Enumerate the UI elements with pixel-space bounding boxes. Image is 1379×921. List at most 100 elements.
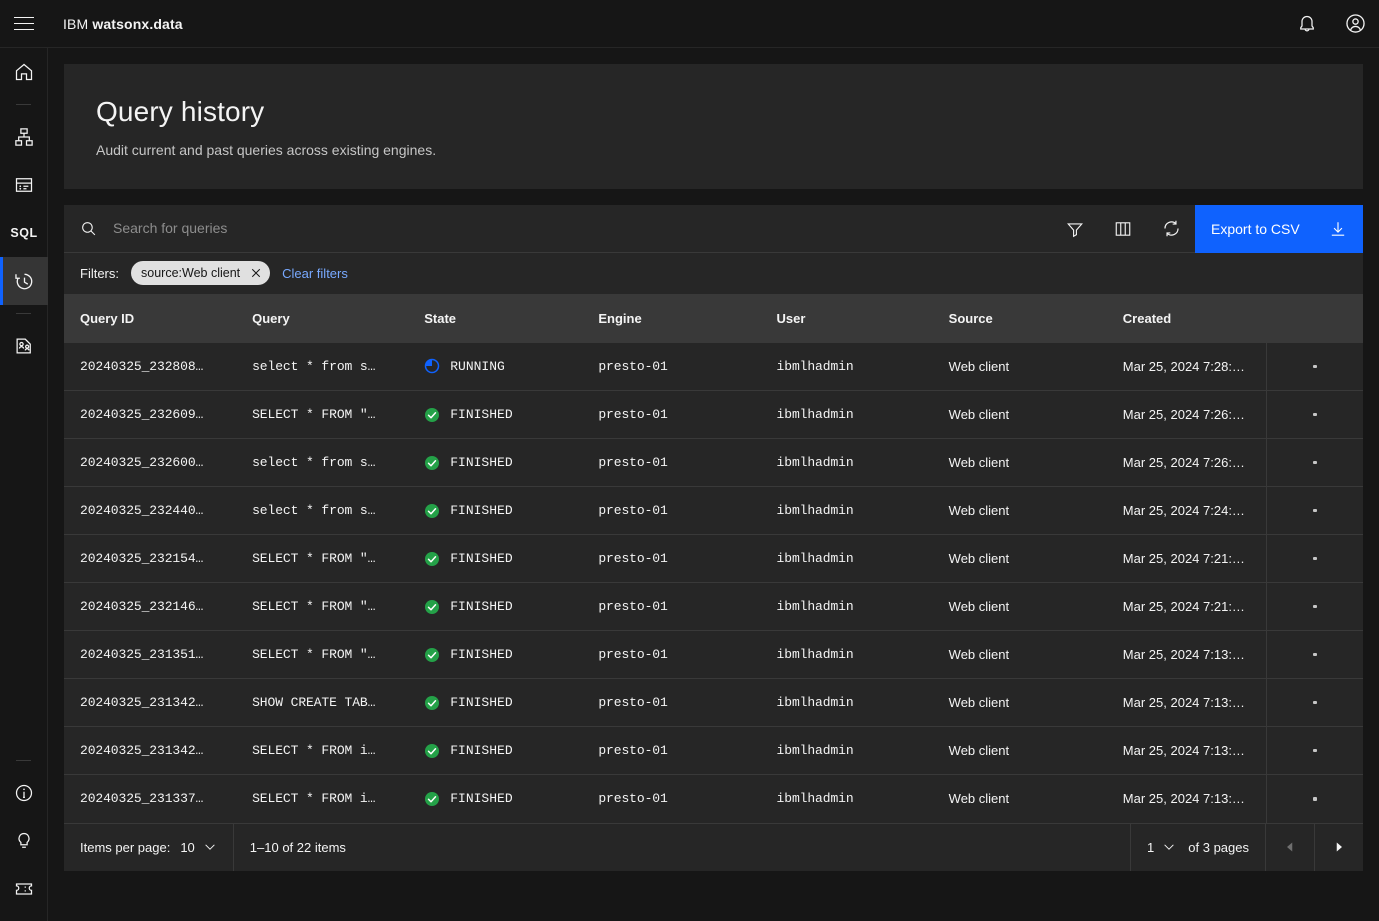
overflow-menu-icon[interactable] [1291, 536, 1339, 583]
sidebar-item-access-control[interactable] [0, 322, 48, 370]
cell-user: ibmlhadmin [760, 534, 933, 583]
cell-query: SELECT * FROM "… [236, 582, 409, 631]
column-header-engine[interactable]: Engine [582, 294, 761, 343]
page-number-select[interactable]: 1 [1147, 840, 1176, 855]
table-row[interactable]: 20240325_231337… SELECT * FROM i… FINISHED… [64, 774, 1363, 823]
search-container[interactable] [64, 204, 1051, 253]
cell-source: Web client [932, 438, 1107, 487]
cell-query: select * from s… [236, 342, 409, 391]
user-avatar-icon[interactable] [1331, 0, 1379, 48]
column-header-state[interactable]: State [408, 294, 583, 343]
overflow-menu-icon[interactable] [1291, 392, 1339, 439]
column-header-source[interactable]: Source [932, 294, 1107, 343]
query-history-table-container: Export to CSV Filters: source:Web client [64, 204, 1363, 872]
in-progress-icon [424, 358, 440, 374]
column-header-created[interactable]: Created [1106, 294, 1267, 343]
cell-query-id: 20240325_232609… [64, 390, 237, 439]
column-header-query-id[interactable]: Query ID [64, 294, 237, 343]
filter-tag-source[interactable]: source:Web client [131, 261, 271, 286]
ticket-icon [14, 879, 34, 899]
next-page-button[interactable] [1315, 823, 1363, 871]
checkmark-filled-icon [424, 791, 440, 807]
previous-page-button[interactable] [1266, 823, 1314, 871]
sidebar-item-support[interactable] [0, 865, 48, 913]
column-header-query[interactable]: Query [236, 294, 409, 343]
cell-created: Mar 25, 2024 7:21:… [1106, 534, 1267, 583]
export-to-csv-button[interactable]: Export to CSV [1195, 204, 1363, 253]
cell-source: Web client [932, 678, 1107, 727]
table-row[interactable]: 20240325_232154… SELECT * FROM "… FINISHED… [64, 534, 1363, 583]
overflow-menu-icon[interactable] [1291, 728, 1339, 775]
sidebar-item-home[interactable] [0, 48, 48, 96]
items-per-page-select[interactable]: 10 [180, 840, 216, 855]
cell-query-id: 20240325_231342… [64, 678, 237, 727]
table-row[interactable]: 20240325_232146… SELECT * FROM "… FINISHED… [64, 582, 1363, 631]
sidebar-item-about[interactable] [0, 769, 48, 817]
table-row[interactable]: 20240325_232440… select * from s… FINISHED… [64, 486, 1363, 535]
checkmark-filled-icon [424, 455, 440, 471]
table-row[interactable]: 20240325_232609… SELECT * FROM "… FINISHED… [64, 390, 1363, 439]
caret-left-icon [1284, 841, 1296, 853]
home-icon [14, 62, 34, 82]
search-input[interactable] [113, 204, 1051, 253]
cell-engine: presto-01 [582, 534, 761, 583]
brand-prefix: IBM [63, 15, 89, 32]
cell-created: Mar 25, 2024 7:26:… [1106, 390, 1267, 439]
sidebar-item-query-history[interactable] [0, 257, 48, 305]
cell-actions [1266, 390, 1363, 439]
overflow-menu-icon[interactable] [1291, 440, 1339, 487]
cell-created: Mar 25, 2024 7:24:… [1106, 486, 1267, 535]
cell-engine: presto-01 [582, 678, 761, 727]
cell-state: FINISHED [408, 630, 583, 679]
hamburger-menu-icon[interactable] [0, 0, 48, 48]
overflow-menu-icon[interactable] [1291, 343, 1339, 390]
items-per-page-group: Items per page: 10 [64, 823, 233, 871]
table-row[interactable]: 20240325_231351… SELECT * FROM "… FINISHED… [64, 630, 1363, 679]
cell-source: Web client [932, 630, 1107, 679]
sidebar-item-whats-new[interactable] [0, 817, 48, 865]
refresh-button[interactable] [1147, 205, 1195, 253]
table-row[interactable]: 20240325_231342… SHOW CREATE TAB… FINISHED… [64, 678, 1363, 727]
cell-source: Web client [932, 342, 1107, 391]
cell-query-id: 20240325_231342… [64, 726, 237, 775]
cell-user: ibmlhadmin [760, 678, 933, 727]
page-content: Query history Audit current and past que… [48, 48, 1379, 921]
overflow-menu-icon[interactable] [1291, 632, 1339, 679]
clear-filters-button[interactable]: Clear filters [282, 266, 348, 281]
column-header-user[interactable]: User [760, 294, 933, 343]
cell-actions [1266, 774, 1363, 823]
filter-button[interactable] [1051, 205, 1099, 253]
table-row[interactable]: 20240325_232600… select * from s… FINISHED… [64, 438, 1363, 487]
items-per-page-label: Items per page: [80, 839, 171, 855]
cell-state: FINISHED [408, 726, 583, 775]
cell-user: ibmlhadmin [760, 486, 933, 535]
sidebar-divider-3 [16, 760, 31, 761]
chevron-down-icon [203, 840, 217, 854]
cell-actions [1266, 534, 1363, 583]
items-per-page-value: 10 [180, 839, 195, 855]
column-settings-button[interactable] [1099, 205, 1147, 253]
overflow-menu-icon[interactable] [1291, 776, 1339, 823]
cell-query-id: 20240325_232600… [64, 438, 237, 487]
overflow-menu-icon[interactable] [1291, 584, 1339, 631]
close-icon[interactable] [246, 263, 266, 283]
cell-state: FINISHED [408, 774, 583, 823]
sidebar-item-infrastructure[interactable] [0, 113, 48, 161]
overflow-menu-icon[interactable] [1291, 680, 1339, 727]
checkmark-filled-icon [424, 599, 440, 615]
brand-title[interactable]: IBM watsonx.data [63, 16, 183, 32]
overflow-menu-icon[interactable] [1291, 488, 1339, 535]
cell-engine: presto-01 [582, 486, 761, 535]
table-toolbar: Export to CSV [64, 204, 1363, 253]
sidebar-item-sql[interactable]: SQL [0, 209, 48, 257]
notification-bell-icon[interactable] [1283, 0, 1331, 48]
cell-state: RUNNING [408, 342, 583, 391]
table-row[interactable]: 20240325_231342… SELECT * FROM i… FINISHED… [64, 726, 1363, 775]
cell-actions [1266, 486, 1363, 535]
global-header: IBM watsonx.data [0, 0, 1379, 48]
infrastructure-icon [14, 127, 34, 147]
cell-query: SELECT * FROM "… [236, 630, 409, 679]
table-row[interactable]: 20240325_232808… select * from s… RUNNING p… [64, 342, 1363, 391]
state-label: FINISHED [450, 551, 513, 567]
sidebar-item-data-manager[interactable] [0, 161, 48, 209]
